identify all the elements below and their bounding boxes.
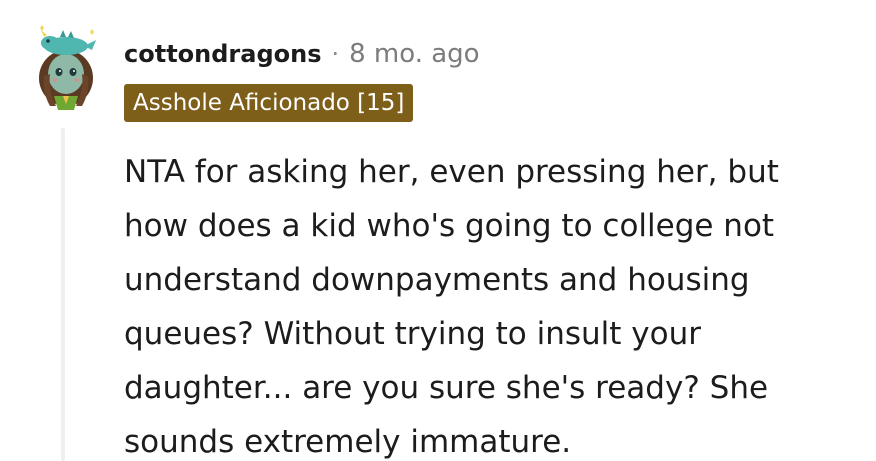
meta-separator: · bbox=[331, 40, 340, 68]
comment-body-line: daughter... are you sure she's ready? Sh… bbox=[124, 370, 769, 406]
thread-collapse-line[interactable] bbox=[61, 128, 65, 461]
timestamp-link[interactable]: 8 mo. ago bbox=[349, 39, 479, 69]
comment-body-line: NTA for asking her, even pressing her, b… bbox=[124, 154, 779, 190]
user-avatar[interactable] bbox=[30, 22, 102, 110]
user-flair-badge: Asshole Aficionado [15] bbox=[124, 84, 414, 122]
comment-header: cottondragons · 8 mo. ago bbox=[124, 34, 480, 74]
comment: cottondragons · 8 mo. ago Asshole Aficio… bbox=[0, 0, 876, 461]
avatar-illustration-icon bbox=[39, 25, 96, 110]
comment-body-line: how does a kid who's going to college no… bbox=[124, 208, 775, 244]
comment-body-line: understand downpayments and housing bbox=[124, 262, 750, 298]
comment-body-line: queues? Without trying to insult your bbox=[124, 316, 701, 352]
comment-body: NTA for asking her, even pressing her, b… bbox=[124, 145, 844, 461]
comment-body-line: sounds extremely immature. bbox=[124, 424, 572, 460]
username-link[interactable]: cottondragons bbox=[124, 40, 321, 68]
